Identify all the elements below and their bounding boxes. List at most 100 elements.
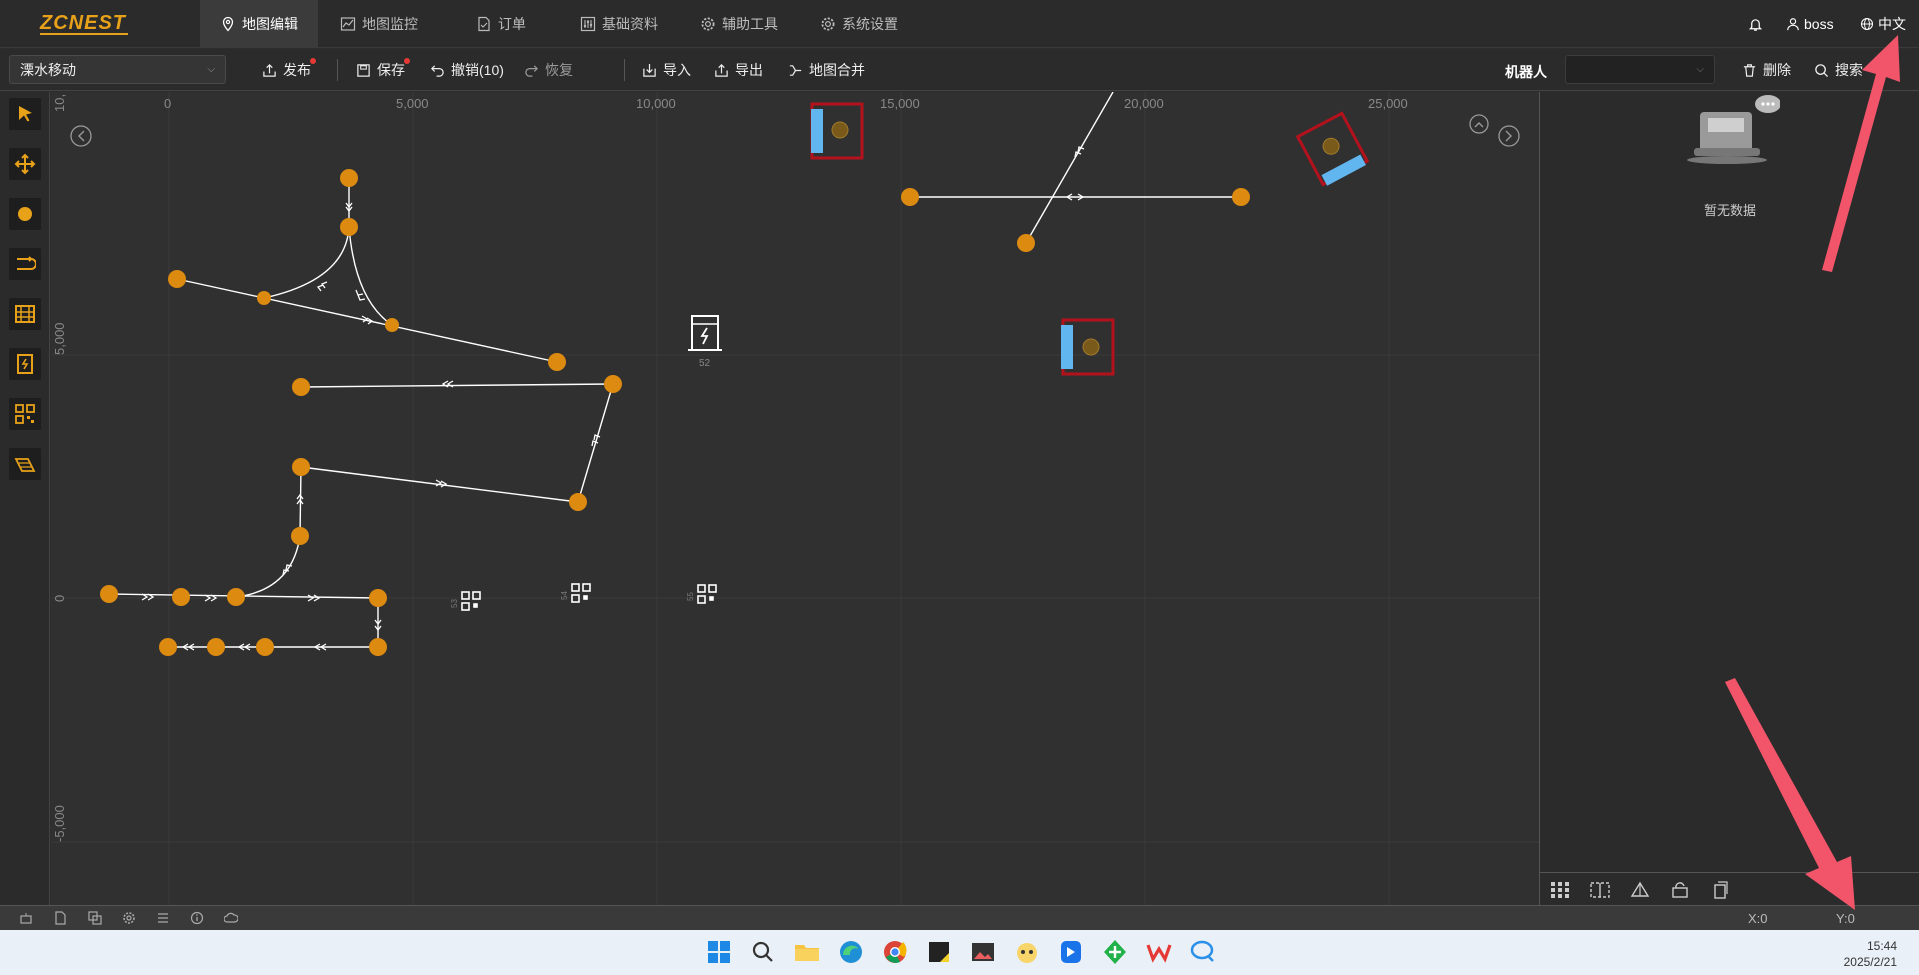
gear-icon[interactable] xyxy=(122,911,136,925)
rotate-icon[interactable] xyxy=(1670,881,1690,899)
stack-icon[interactable] xyxy=(88,911,102,925)
area-tool[interactable] xyxy=(9,448,41,480)
charger-tool[interactable] xyxy=(9,348,41,380)
qrcode-marker[interactable] xyxy=(571,583,591,603)
app-icon[interactable] xyxy=(1012,937,1042,967)
route-paths[interactable] xyxy=(108,92,1241,648)
map-node[interactable] xyxy=(207,638,225,656)
map-node[interactable] xyxy=(385,318,399,332)
file-explorer-icon[interactable] xyxy=(792,937,822,967)
qrcode-marker[interactable] xyxy=(461,591,481,611)
grid-icon[interactable] xyxy=(1550,881,1570,899)
qrcode-tool[interactable] xyxy=(9,398,41,430)
delete-button[interactable]: 删除 xyxy=(1742,49,1791,91)
robot-select[interactable]: ⌵ xyxy=(1565,55,1715,84)
map-node[interactable] xyxy=(1017,234,1035,252)
publish-button[interactable]: 发布 xyxy=(262,49,316,91)
edge-icon[interactable] xyxy=(836,937,866,967)
save-button[interactable]: 保存 xyxy=(356,49,410,91)
map-select[interactable]: 溧水移动 ⌵ xyxy=(9,55,226,84)
tab-basic-data[interactable]: 基础资料 xyxy=(580,0,658,48)
tab-orders[interactable]: 订单 xyxy=(476,0,526,48)
map-node[interactable] xyxy=(172,588,190,606)
qr-label: 54 xyxy=(560,591,569,600)
map-node[interactable] xyxy=(256,638,274,656)
storage-location[interactable] xyxy=(810,102,864,160)
undo-button[interactable]: 撤销(10) xyxy=(430,49,504,91)
path-tool[interactable] xyxy=(9,248,41,280)
map-canvas[interactable]: 0 5,000 10,000 15,000 20,000 25,000 10, … xyxy=(51,92,1539,905)
qr-markers[interactable] xyxy=(461,583,717,611)
info-icon[interactable] xyxy=(190,911,204,925)
canvas-next-button[interactable] xyxy=(1498,125,1520,147)
map-node[interactable] xyxy=(369,589,387,607)
point-tool[interactable] xyxy=(9,198,41,230)
chat-icon[interactable] xyxy=(1188,937,1218,967)
map-node[interactable] xyxy=(548,353,566,371)
map-node[interactable] xyxy=(159,638,177,656)
move-icon xyxy=(14,153,36,175)
layout-icon[interactable] xyxy=(1590,881,1610,899)
map-node[interactable] xyxy=(340,218,358,236)
robot-icon[interactable] xyxy=(19,911,33,925)
search-button[interactable]: 搜索 xyxy=(1814,49,1863,91)
map-node[interactable] xyxy=(291,527,309,545)
map-node[interactable] xyxy=(292,458,310,476)
cloud-icon[interactable] xyxy=(224,911,238,925)
map-node[interactable] xyxy=(257,291,271,305)
storage-location[interactable] xyxy=(1295,111,1370,187)
map-node[interactable] xyxy=(369,638,387,656)
map-node[interactable] xyxy=(901,188,919,206)
tab-aux-tools[interactable]: 辅助工具 xyxy=(700,0,778,48)
windows-start-icon[interactable] xyxy=(704,937,734,967)
y-tick: -5,000 xyxy=(52,805,67,842)
x-tick: 25,000 xyxy=(1368,96,1408,111)
copy-icon[interactable] xyxy=(1710,881,1730,899)
move-tool[interactable] xyxy=(9,148,41,180)
canvas-collapse-button[interactable] xyxy=(1469,114,1489,134)
map-node[interactable] xyxy=(1232,188,1250,206)
wps-icon[interactable] xyxy=(1144,937,1174,967)
tab-label: 订单 xyxy=(498,16,526,32)
map-node[interactable] xyxy=(569,493,587,511)
shelf-tool[interactable] xyxy=(9,298,41,330)
map-node[interactable] xyxy=(100,585,118,603)
import-button[interactable]: 导入 xyxy=(642,49,691,91)
redo-button[interactable]: 恢复 xyxy=(524,49,573,91)
nodes[interactable] xyxy=(100,169,1250,656)
merge-map-button[interactable]: 地图合并 xyxy=(788,49,865,91)
select-tool[interactable] xyxy=(9,98,41,130)
notification-bell[interactable] xyxy=(1748,0,1763,48)
user-menu[interactable]: boss xyxy=(1786,0,1834,48)
delete-label: 删除 xyxy=(1763,62,1791,78)
chrome-icon[interactable] xyxy=(880,937,910,967)
map-svg[interactable]: 0 5,000 10,000 15,000 20,000 25,000 10, … xyxy=(51,92,1539,905)
list-icon[interactable] xyxy=(156,911,170,925)
tab-map-edit[interactable]: 地图编辑 xyxy=(200,0,318,48)
tab-system-settings[interactable]: 系统设置 xyxy=(820,0,898,48)
language-switch[interactable]: 中文 xyxy=(1860,0,1906,48)
image-app-icon[interactable] xyxy=(968,937,998,967)
map-node[interactable] xyxy=(168,270,186,288)
map-node[interactable] xyxy=(227,588,245,606)
map-node[interactable] xyxy=(292,378,310,396)
layers-icon[interactable] xyxy=(1630,881,1650,899)
storage-location[interactable] xyxy=(1061,318,1115,376)
notes-app-icon[interactable] xyxy=(924,937,954,967)
tab-map-monitor[interactable]: 地图监控 xyxy=(340,0,418,48)
search-icon[interactable] xyxy=(748,937,778,967)
charging-station[interactable]: 52 xyxy=(688,315,722,369)
search-label: 搜索 xyxy=(1835,62,1863,78)
map-select-value: 溧水移动 xyxy=(20,61,76,78)
merge-icon xyxy=(789,64,802,76)
system-clock[interactable]: 15:44 2025/2/21 xyxy=(1844,938,1897,970)
map-node[interactable] xyxy=(340,169,358,187)
file-icon[interactable] xyxy=(53,911,67,925)
x-tick: 15,000 xyxy=(880,96,920,111)
export-button[interactable]: 导出 xyxy=(714,49,763,91)
app-icon[interactable] xyxy=(1100,937,1130,967)
map-node[interactable] xyxy=(604,375,622,393)
messenger-icon[interactable] xyxy=(1056,937,1086,967)
qrcode-marker[interactable] xyxy=(697,584,717,604)
canvas-prev-button[interactable] xyxy=(70,125,92,147)
